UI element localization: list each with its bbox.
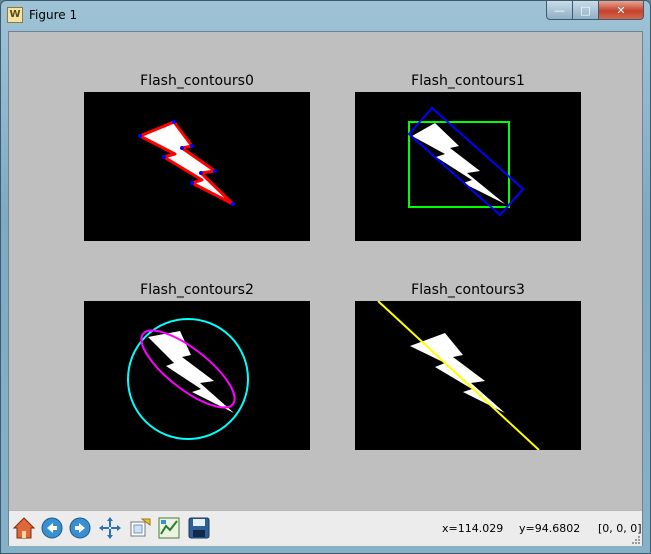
subplot-title-2: Flash_contours2 <box>140 282 254 298</box>
contour-point <box>162 155 166 159</box>
subplots-icon <box>158 517 180 539</box>
back-icon <box>41 517 63 539</box>
navigation-toolbar: x=114.029 y=94.6802 [0, 0, 0] <box>9 510 642 546</box>
contour-point <box>180 146 184 150</box>
pixel-value-readout: [0, 0, 0] <box>598 522 642 535</box>
title-bar[interactable]: W Figure 1 — □ ✕ <box>1 1 650 31</box>
save-button[interactable] <box>186 514 212 542</box>
forward-button[interactable] <box>67 514 93 542</box>
subplot-2 <box>84 301 310 450</box>
y-coordinate-readout: y=94.6802 <box>519 522 581 535</box>
home-button[interactable] <box>11 514 37 542</box>
subplot-title-0: Flash_contours0 <box>140 73 254 89</box>
app-icon: W <box>7 7 23 23</box>
minimize-icon: — <box>554 3 565 17</box>
maximize-icon: □ <box>580 3 591 17</box>
back-button[interactable] <box>39 514 65 542</box>
contour-point <box>213 169 217 173</box>
subplot-title-1: Flash_contours1 <box>411 73 525 89</box>
figure-window: W Figure 1 — □ ✕ Flash_contours0 Flash_c… <box>0 0 651 554</box>
contour-point <box>199 171 203 175</box>
maximize-button[interactable]: □ <box>573 1 599 20</box>
save-icon <box>188 517 210 539</box>
contour-point <box>190 181 194 185</box>
resize-grip-icon[interactable] <box>631 535 641 545</box>
contour-point <box>172 120 176 124</box>
subplot-title-3: Flash_contours3 <box>411 282 525 298</box>
subplot-0 <box>84 92 310 241</box>
contour-point <box>138 134 142 138</box>
contour-point <box>190 144 194 148</box>
zoom-button[interactable] <box>127 514 153 542</box>
zoom-rect-icon <box>130 518 151 537</box>
subplots-button[interactable] <box>156 514 182 542</box>
contour-point <box>231 202 235 206</box>
minimize-button[interactable]: — <box>546 1 573 20</box>
window-controls: — □ ✕ <box>546 1 644 21</box>
home-icon <box>12 517 36 539</box>
figure-canvas[interactable]: Flash_contours0 Flash_contours1 Flash_co… <box>9 32 642 510</box>
x-coordinate-readout: x=114.029 <box>442 522 504 535</box>
close-button[interactable]: ✕ <box>599 1 644 20</box>
subplot-1 <box>355 92 581 241</box>
pan-icon <box>99 517 121 539</box>
subplot-3 <box>355 301 581 450</box>
forward-icon <box>69 517 91 539</box>
close-icon: ✕ <box>616 3 626 17</box>
pan-button[interactable] <box>97 514 123 542</box>
window-title: Figure 1 <box>29 8 78 22</box>
figure-client-area: Flash_contours0 Flash_contours1 Flash_co… <box>8 31 643 546</box>
